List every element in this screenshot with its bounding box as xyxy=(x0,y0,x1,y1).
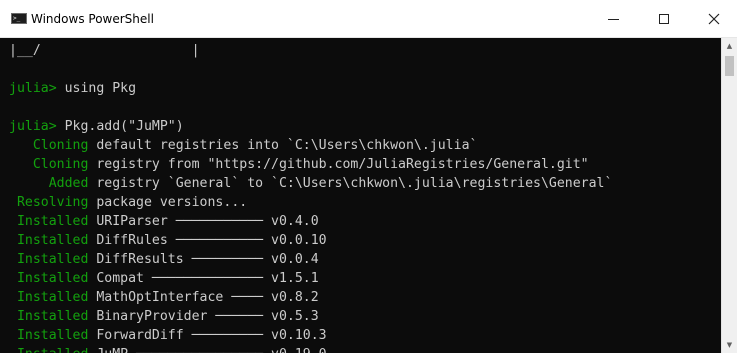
console-keyword: Installed xyxy=(9,214,97,229)
console-line: Installed MathOptInterface ──── v0.8.2 xyxy=(0,288,721,307)
console-keyword: Installed xyxy=(9,252,97,267)
console-lines: |__/ | julia> using Pkg julia> Pkg.add("… xyxy=(0,41,721,353)
console-output[interactable]: |__/ | julia> using Pkg julia> Pkg.add("… xyxy=(0,38,721,353)
console-keyword: Installed xyxy=(9,271,97,286)
console-line: |__/ | xyxy=(0,41,721,60)
console-text: package versions... xyxy=(96,195,248,210)
maximize-button[interactable] xyxy=(641,0,687,38)
console-text: DiffRules ─────────── v0.0.10 xyxy=(96,233,327,248)
console-keyword: julia> xyxy=(9,119,65,134)
console-line: Resolving package versions... xyxy=(0,193,721,212)
console-line: julia> Pkg.add("JuMP") xyxy=(0,117,721,136)
console-keyword: Added xyxy=(9,176,97,191)
console-keyword: Cloning xyxy=(9,138,97,153)
console-text: using Pkg xyxy=(64,81,137,96)
console-text: JuMP ──────────────── v0.19.0 xyxy=(96,347,326,353)
powershell-window: >_ Windows PowerShell |__/ | julia> usin… xyxy=(0,0,737,353)
console-text: ForwardDiff ───────── v0.10.3 xyxy=(96,328,327,343)
close-button[interactable] xyxy=(691,0,737,38)
scroll-up-arrow-icon[interactable]: ▲ xyxy=(722,38,737,54)
console-text: registry from "https://github.com/JuliaR… xyxy=(96,157,589,172)
console-line: Installed BinaryProvider ────── v0.5.3 xyxy=(0,307,721,326)
console-line: Added registry `General` to `C:\Users\ch… xyxy=(0,174,721,193)
console-keyword: Installed xyxy=(9,233,97,248)
console-text: MathOptInterface ──── v0.8.2 xyxy=(96,290,319,305)
console-keyword: Installed xyxy=(9,309,97,324)
console-keyword: Resolving xyxy=(9,195,97,210)
console-line: Installed DiffRules ─────────── v0.0.10 xyxy=(0,231,721,250)
console-text: URIParser ─────────── v0.4.0 xyxy=(96,214,319,229)
console-keyword: Installed xyxy=(9,328,97,343)
console-line: julia> using Pkg xyxy=(0,79,721,98)
minimize-button[interactable] xyxy=(590,0,636,38)
console-text: |__/ | xyxy=(9,43,200,58)
vertical-scrollbar[interactable]: ▲ ▼ xyxy=(721,38,737,353)
console-line: Installed URIParser ─────────── v0.4.0 xyxy=(0,212,721,231)
console-text: Compat ────────────── v1.5.1 xyxy=(96,271,319,286)
console-line: Cloning default registries into `C:\User… xyxy=(0,136,721,155)
close-icon xyxy=(708,13,720,25)
scroll-thumb[interactable] xyxy=(725,56,734,76)
console-line: Installed JuMP ──────────────── v0.19.0 xyxy=(0,345,721,353)
window-title: Windows PowerShell xyxy=(31,12,154,26)
minimize-icon xyxy=(607,18,619,20)
console-line: Installed Compat ────────────── v1.5.1 xyxy=(0,269,721,288)
scroll-down-arrow-icon[interactable]: ▼ xyxy=(722,337,737,353)
console-text: default registries into `C:\Users\chkwon… xyxy=(96,138,478,153)
console-text: Pkg.add("JuMP") xyxy=(64,119,184,134)
maximize-icon xyxy=(659,14,669,24)
title-bar[interactable]: >_ Windows PowerShell xyxy=(0,0,737,38)
console-text: BinaryProvider ────── v0.5.3 xyxy=(96,309,319,324)
console-text: registry `General` to `C:\Users\chkwon\.… xyxy=(96,176,613,191)
console-keyword: Cloning xyxy=(9,157,97,172)
console-keyword: julia> xyxy=(9,81,65,96)
console-line: Cloning registry from "https://github.co… xyxy=(0,155,721,174)
console-line: Installed DiffResults ───────── v0.0.4 xyxy=(0,250,721,269)
console-line: Installed ForwardDiff ───────── v0.10.3 xyxy=(0,326,721,345)
console-text: DiffResults ───────── v0.0.4 xyxy=(96,252,319,267)
powershell-console-icon[interactable]: >_ xyxy=(11,13,27,24)
console-keyword: Installed xyxy=(9,290,97,305)
console-keyword: Installed xyxy=(9,347,96,353)
